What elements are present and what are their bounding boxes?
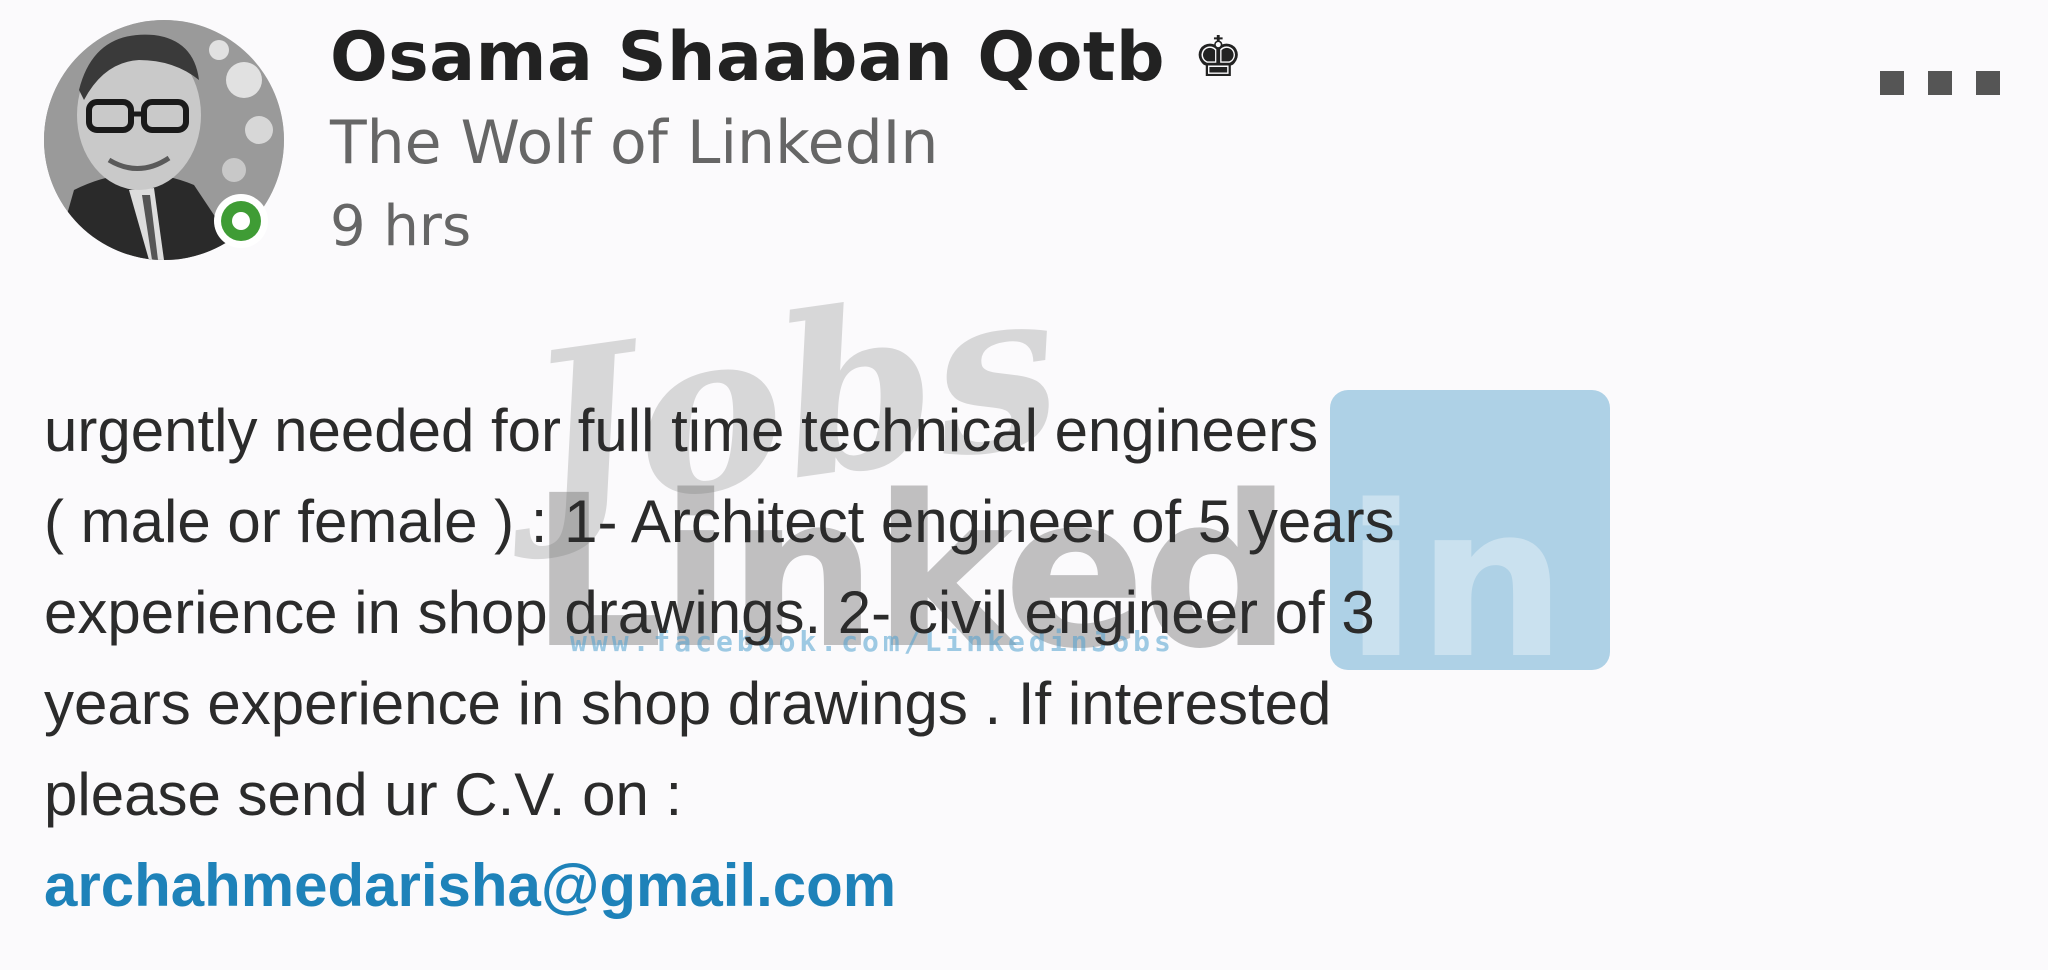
author-headline: The Wolf of LinkedIn (330, 108, 939, 178)
crown-icon: ♚ (1193, 24, 1244, 90)
more-options-icon (1880, 71, 1904, 95)
more-options-icon-dot (1976, 71, 2000, 95)
post-body-line: years experience in shop drawings . If i… (44, 670, 1332, 737)
post-body-line: please send ur C.V. on : (44, 761, 683, 828)
post-body-line: ( male or female ) : 1- Architect engine… (44, 488, 1395, 555)
online-status-indicator (214, 194, 268, 248)
post-card: Osama Shaaban Qotb ♚ The Wolf of LinkedI… (0, 0, 2048, 970)
post-body: urgently needed for full time technical … (44, 385, 1984, 931)
more-options-button[interactable] (1880, 68, 2000, 98)
email-link[interactable]: archahmedarisha@gmail.com (44, 852, 896, 919)
post-body-line: experience in shop drawings. 2- civil en… (44, 579, 1375, 646)
post-body-line: urgently needed for full time technical … (44, 397, 1319, 464)
post-timestamp: 9 hrs (330, 194, 472, 259)
more-options-icon-dot (1928, 71, 1952, 95)
author-name-row: Osama Shaaban Qotb ♚ (330, 18, 1243, 97)
author-name[interactable]: Osama Shaaban Qotb (330, 18, 1165, 97)
